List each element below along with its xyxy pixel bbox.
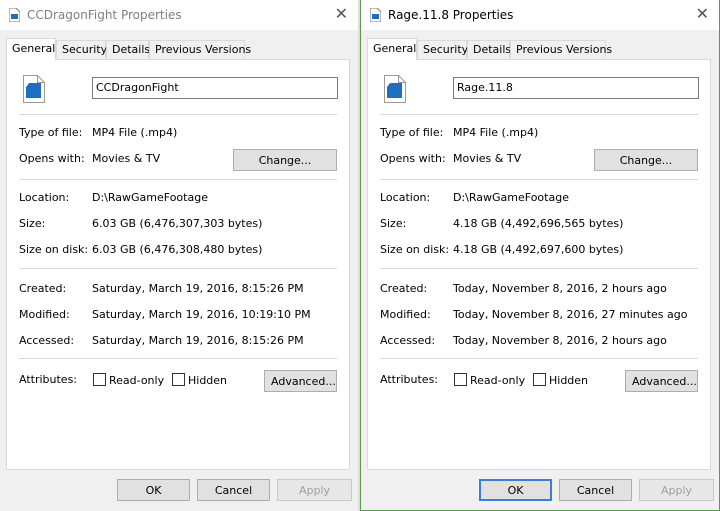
modified-value: Today, November 8, 2016, 27 minutes ago — [453, 308, 688, 321]
tab-general[interactable]: General — [367, 38, 417, 60]
ok-button[interactable]: OK — [117, 479, 190, 501]
video-file-icon — [8, 7, 21, 23]
modified-value: Saturday, March 19, 2016, 10:19:10 PM — [92, 308, 311, 321]
opens-with-label: Opens with: — [19, 152, 85, 165]
separator — [380, 179, 698, 180]
apply-button[interactable]: Apply — [277, 479, 352, 501]
opens-with-label: Opens with: — [380, 152, 446, 165]
window-title: CCDragonFight Properties — [27, 8, 182, 22]
location-value: D:\RawGameFootage — [92, 191, 208, 204]
hidden-label: Hidden — [188, 374, 228, 387]
size-label: Size: — [380, 217, 407, 230]
separator — [19, 268, 337, 269]
tab-security[interactable]: Security — [56, 40, 107, 58]
title-bar[interactable]: CCDragonFight Properties ✕ — [0, 0, 358, 30]
hidden-label: Hidden — [549, 374, 589, 387]
tab-general[interactable]: General — [6, 38, 56, 60]
video-file-icon — [384, 75, 406, 103]
tab-previous-versions[interactable]: Previous Versions — [510, 40, 612, 58]
size-value: 4.18 GB (4,492,696,565 bytes) — [453, 217, 624, 230]
created-label: Created: — [19, 282, 67, 295]
size-on-disk-label: Size on disk: — [19, 243, 89, 256]
attributes-label: Attributes: — [380, 373, 439, 386]
ok-button[interactable]: OK — [479, 479, 552, 501]
advanced-button[interactable]: Advanced... — [625, 370, 698, 392]
type-value: MP4 File (.mp4) — [92, 126, 178, 139]
modified-label: Modified: — [380, 308, 431, 321]
apply-button[interactable]: Apply — [639, 479, 714, 501]
video-file-icon — [369, 7, 382, 23]
separator — [19, 179, 337, 180]
tab-details[interactable]: Details — [467, 40, 511, 58]
file-name-input[interactable]: Rage.11.8 — [453, 77, 699, 99]
tab-previous-versions[interactable]: Previous Versions — [149, 40, 251, 58]
window-title: Rage.11.8 Properties — [388, 8, 514, 22]
created-label: Created: — [380, 282, 428, 295]
read-only-checkbox[interactable] — [454, 373, 467, 386]
change-button[interactable]: Change... — [233, 149, 337, 171]
size-on-disk-value: 4.18 GB (4,492,697,600 bytes) — [453, 243, 624, 256]
attributes-label: Attributes: — [19, 373, 78, 386]
separator — [380, 268, 698, 269]
cancel-button[interactable]: Cancel — [559, 479, 632, 501]
modified-label: Modified: — [19, 308, 70, 321]
created-value: Today, November 8, 2016, 2 hours ago — [453, 282, 667, 295]
location-label: Location: — [19, 191, 70, 204]
size-value: 6.03 GB (6,476,307,303 bytes) — [92, 217, 263, 230]
file-name-input[interactable]: CCDragonFight — [92, 77, 338, 99]
cancel-button[interactable]: Cancel — [197, 479, 270, 501]
size-on-disk-label: Size on disk: — [380, 243, 450, 256]
advanced-button[interactable]: Advanced... — [264, 370, 337, 392]
type-value: MP4 File (.mp4) — [453, 126, 539, 139]
general-panel: CCDragonFight Type of file: MP4 File (.m… — [6, 59, 350, 470]
change-button[interactable]: Change... — [594, 149, 698, 171]
accessed-label: Accessed: — [380, 334, 436, 347]
opens-with-value: Movies & TV — [92, 152, 161, 165]
separator — [19, 114, 337, 115]
opens-with-value: Movies & TV — [453, 152, 522, 165]
hidden-checkbox[interactable] — [533, 373, 546, 386]
created-value: Saturday, March 19, 2016, 8:15:26 PM — [92, 282, 304, 295]
tab-details[interactable]: Details — [106, 40, 150, 58]
read-only-checkbox[interactable] — [93, 373, 106, 386]
separator — [380, 114, 698, 115]
properties-window-left: CCDragonFight Properties ✕ General Secur… — [0, 0, 358, 511]
type-label: Type of file: — [19, 126, 83, 139]
location-label: Location: — [380, 191, 431, 204]
tab-security[interactable]: Security — [417, 40, 468, 58]
size-on-disk-value: 6.03 GB (6,476,308,480 bytes) — [92, 243, 263, 256]
hidden-checkbox[interactable] — [172, 373, 185, 386]
separator — [380, 358, 698, 359]
properties-window-right: Rage.11.8 Properties ✕ General Security … — [360, 0, 720, 511]
type-label: Type of file: — [380, 126, 444, 139]
accessed-value: Today, November 8, 2016, 2 hours ago — [453, 334, 667, 347]
title-bar[interactable]: Rage.11.8 Properties ✕ — [361, 0, 719, 30]
read-only-label: Read-only — [470, 374, 526, 387]
accessed-label: Accessed: — [19, 334, 75, 347]
close-icon[interactable]: ✕ — [696, 5, 709, 23]
separator — [19, 358, 337, 359]
read-only-label: Read-only — [109, 374, 165, 387]
location-value: D:\RawGameFootage — [453, 191, 569, 204]
general-panel: Rage.11.8 Type of file: MP4 File (.mp4) … — [367, 59, 711, 470]
size-label: Size: — [19, 217, 46, 230]
close-icon[interactable]: ✕ — [335, 5, 348, 23]
video-file-icon — [23, 75, 45, 103]
accessed-value: Saturday, March 19, 2016, 8:15:26 PM — [92, 334, 304, 347]
